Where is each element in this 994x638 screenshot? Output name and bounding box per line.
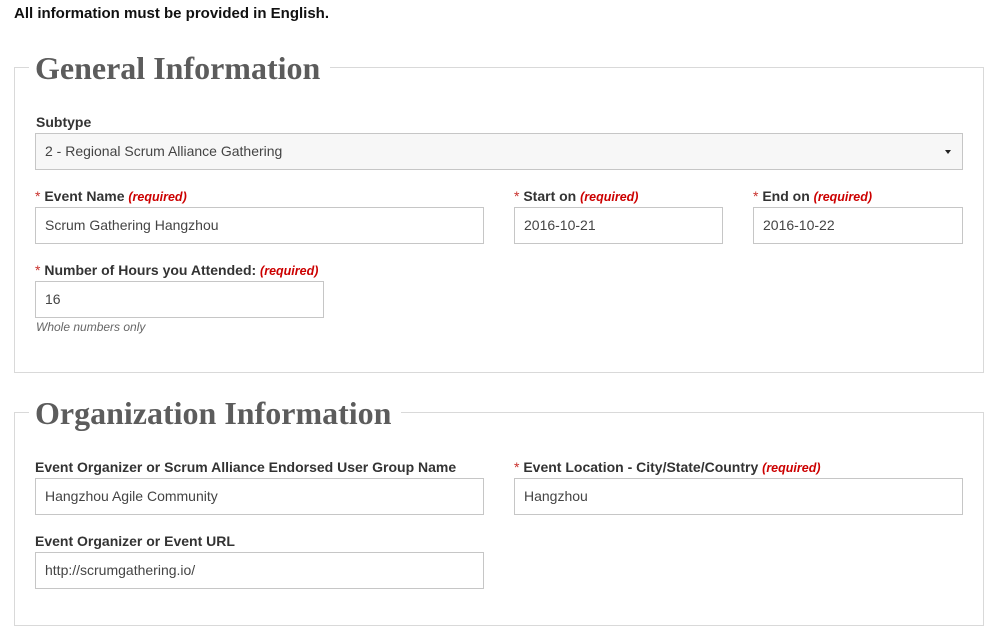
required-marker: * — [514, 459, 520, 475]
organizer-label: Event Organizer or Scrum Alliance Endors… — [35, 459, 457, 475]
hours-label: * Number of Hours you Attended: (require… — [35, 262, 318, 278]
start-on-input[interactable]: 2016-10-21 — [514, 207, 723, 244]
organization-information-title: Organization Information — [29, 395, 402, 431]
caret-down-icon — [945, 150, 951, 154]
hours-label-text: Number of Hours you Attended: — [44, 262, 257, 278]
required-marker: * — [753, 188, 759, 204]
required-note: (required) — [260, 264, 319, 278]
end-on-label: * End on (required) — [753, 188, 872, 204]
url-label: Event Organizer or Event URL — [35, 533, 235, 549]
event-name-label: * Event Name (required) — [35, 188, 187, 204]
required-marker: * — [514, 188, 520, 204]
required-marker: * — [35, 188, 41, 204]
location-label: * Event Location - City/State/Country (r… — [514, 459, 821, 475]
subtype-value: 2 - Regional Scrum Alliance Gathering — [45, 143, 283, 159]
url-input[interactable]: http://scrumgathering.io/ — [35, 552, 484, 589]
english-notice: All information must be provided in Engl… — [14, 5, 330, 22]
required-note: (required) — [580, 190, 639, 204]
organizer-input[interactable]: Hangzhou Agile Community — [35, 478, 484, 515]
subtype-label: Subtype — [36, 114, 92, 130]
start-on-label: * Start on (required) — [514, 188, 638, 204]
required-note: (required) — [128, 190, 187, 204]
hours-hint: Whole numbers only — [36, 320, 146, 334]
location-label-text: Event Location - City/State/Country — [523, 459, 759, 475]
organization-information-section: Organization Information — [14, 395, 984, 626]
event-name-label-text: Event Name — [44, 188, 125, 204]
start-on-label-text: Start on — [523, 188, 577, 204]
end-on-label-text: End on — [762, 188, 810, 204]
subtype-select[interactable]: 2 - Regional Scrum Alliance Gathering — [35, 133, 963, 170]
location-input[interactable]: Hangzhou — [514, 478, 963, 515]
required-marker: * — [35, 262, 41, 278]
hours-input[interactable]: 16 — [35, 281, 324, 318]
event-name-input[interactable]: Scrum Gathering Hangzhou — [35, 207, 484, 244]
required-note: (required) — [762, 461, 821, 475]
end-on-input[interactable]: 2016-10-22 — [753, 207, 963, 244]
required-note: (required) — [813, 190, 873, 204]
general-information-title: General Information — [29, 50, 331, 86]
